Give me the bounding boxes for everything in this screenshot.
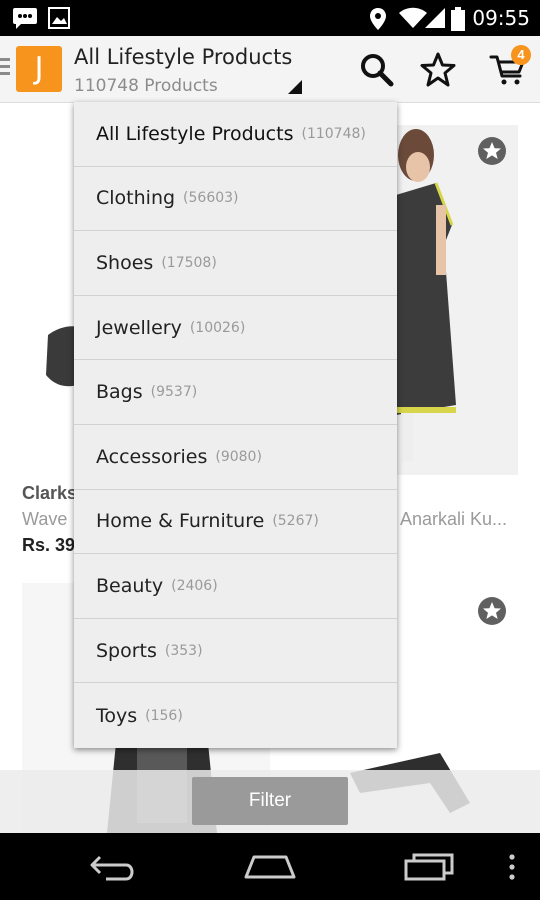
- dropdown-triangle-icon[interactable]: [288, 80, 302, 94]
- category-spinner-title[interactable]: All Lifestyle Products: [74, 45, 292, 69]
- dropdown-item-label: Home & Furniture: [96, 510, 265, 533]
- dropdown-item-home-furniture[interactable]: Home & Furniture (5267): [74, 490, 397, 555]
- dropdown-item-jewellery[interactable]: Jewellery (10026): [74, 296, 397, 361]
- dropdown-item-bags[interactable]: Bags (9537): [74, 360, 397, 425]
- dropdown-item-beauty[interactable]: Beauty (2406): [74, 554, 397, 619]
- dropdown-item-count: (9080): [215, 448, 262, 465]
- dropdown-item-count: (5267): [272, 513, 319, 530]
- dropdown-item-all[interactable]: All Lifestyle Products (110748): [74, 102, 397, 167]
- dropdown-item-count: (110748): [301, 125, 366, 142]
- recent-apps-icon[interactable]: [402, 847, 456, 887]
- product-brand: Clarks: [22, 483, 78, 503]
- overflow-menu-icon[interactable]: [506, 847, 518, 887]
- dropdown-item-label: All Lifestyle Products: [96, 122, 294, 145]
- location-icon: [370, 8, 386, 30]
- dropdown-item-shoes[interactable]: Shoes (17508): [74, 231, 397, 296]
- dropdown-item-count: (353): [164, 642, 203, 659]
- dress-image: [396, 129, 456, 461]
- category-dropdown: All Lifestyle Products (110748) Clothing…: [74, 102, 397, 748]
- status-bar: 09:55: [0, 0, 540, 36]
- dropdown-item-count: (156): [145, 707, 183, 724]
- dropdown-item-count: (2406): [171, 577, 218, 594]
- cart-count-badge: 4: [511, 45, 531, 65]
- dropdown-item-count: (17508): [161, 254, 217, 271]
- message-icon: [13, 8, 37, 29]
- dropdown-item-label: Clothing: [96, 187, 176, 210]
- dropdown-item-count: (56603): [183, 190, 239, 207]
- product-name: Anarkali Ku...: [400, 509, 508, 529]
- dropdown-item-accessories[interactable]: Accessories (9080): [74, 425, 397, 490]
- dropdown-item-label: Bags: [96, 381, 143, 404]
- filter-bar: Filter: [0, 770, 540, 833]
- drawer-icon[interactable]: [0, 58, 10, 79]
- dropdown-item-sports[interactable]: Sports (353): [74, 619, 397, 684]
- filter-button[interactable]: Filter: [192, 777, 348, 825]
- dropdown-item-label: Jewellery: [96, 316, 182, 339]
- battery-icon: [451, 7, 465, 31]
- dropdown-item-label: Toys: [96, 704, 138, 727]
- dropdown-item-count: (9537): [150, 384, 198, 401]
- star-icon[interactable]: [418, 50, 458, 90]
- product-price: Rs. 39: [22, 535, 76, 555]
- navigation-bar: [0, 833, 540, 900]
- dropdown-item-clothing[interactable]: Clothing (56603): [74, 167, 397, 232]
- home-icon[interactable]: [242, 847, 298, 887]
- favorite-star-icon[interactable]: [477, 596, 507, 626]
- app-logo[interactable]: J: [16, 46, 62, 92]
- status-time: 09:55: [472, 6, 530, 30]
- dropdown-item-label: Shoes: [96, 251, 154, 274]
- gallery-icon: [48, 7, 70, 29]
- back-icon[interactable]: [86, 847, 140, 887]
- dropdown-item-label: Accessories: [96, 445, 208, 468]
- dropdown-item-label: Beauty: [96, 574, 164, 597]
- product-name: Wave: [22, 509, 68, 529]
- signal-icon: [425, 8, 445, 28]
- dropdown-item-label: Sports: [96, 639, 157, 662]
- action-bar: J All Lifestyle Products 110748 Products: [0, 36, 540, 103]
- search-icon[interactable]: [357, 50, 397, 90]
- product-count-subtitle[interactable]: 110748 Products: [74, 76, 218, 96]
- dropdown-item-count: (10026): [189, 319, 246, 336]
- dropdown-item-toys[interactable]: Toys (156): [74, 683, 397, 748]
- favorite-star-icon[interactable]: [477, 136, 507, 166]
